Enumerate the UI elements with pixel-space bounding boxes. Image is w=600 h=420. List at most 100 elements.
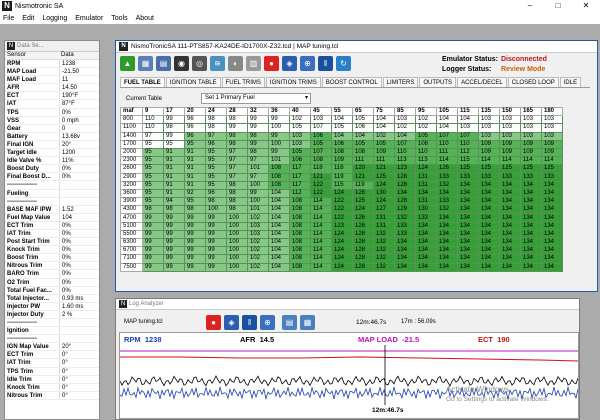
table-cell[interactable]: 98: [226, 180, 248, 190]
menu-emulator[interactable]: Emulator: [75, 15, 103, 22]
table-cell[interactable]: 128: [394, 180, 416, 190]
table-cell[interactable]: 110: [142, 115, 164, 125]
pause-icon[interactable]: ‖: [318, 55, 333, 71]
table-cell[interactable]: 99: [163, 213, 185, 223]
table-cell[interactable]: 134: [541, 221, 563, 231]
table-cell[interactable]: 102: [415, 115, 437, 125]
table-cell[interactable]: 114: [310, 197, 332, 207]
table-cell[interactable]: 129: [394, 205, 416, 215]
table-cell[interactable]: 97: [226, 147, 248, 158]
table-cell[interactable]: 114: [310, 262, 332, 272]
save-icon[interactable]: ▦: [138, 55, 153, 71]
table-cell[interactable]: 133: [457, 172, 479, 182]
table-cell[interactable]: 99: [184, 237, 206, 248]
table-cell[interactable]: 122: [331, 213, 353, 223]
table-cell[interactable]: 95: [184, 197, 206, 207]
table-cell[interactable]: 125: [373, 172, 395, 182]
table-cell[interactable]: 134: [394, 237, 416, 248]
table-cell[interactable]: 114: [436, 156, 458, 166]
table-cell[interactable]: 100: [247, 180, 269, 190]
table-cell[interactable]: 94: [163, 197, 185, 207]
table-cell[interactable]: 103: [541, 123, 563, 133]
table-cell[interactable]: 134: [541, 188, 563, 199]
table-cell[interactable]: 134: [394, 246, 416, 256]
table-cell[interactable]: 105: [310, 139, 332, 149]
table-cell[interactable]: 114: [310, 213, 332, 223]
table-cell[interactable]: 134: [478, 205, 500, 215]
table-cell[interactable]: 105: [331, 123, 353, 133]
table-cell[interactable]: 103: [394, 115, 416, 125]
table-cell[interactable]: 134: [478, 221, 500, 231]
table-cell[interactable]: 134: [436, 262, 458, 272]
play-icon[interactable]: ◈: [282, 55, 297, 71]
table-cell[interactable]: 134: [499, 254, 521, 264]
tab-fuel-trims[interactable]: FUEL TRIMS: [221, 77, 265, 87]
table-cell[interactable]: 95: [142, 197, 164, 207]
table-cell[interactable]: 133: [436, 197, 458, 207]
table-cell[interactable]: 108: [289, 197, 311, 207]
tab-idle[interactable]: IDLE: [559, 77, 582, 87]
table-cell[interactable]: 122: [331, 197, 353, 207]
table-cell[interactable]: 99: [142, 213, 164, 223]
gauge-icon[interactable]: ◐: [228, 55, 243, 71]
table-cell[interactable]: 98: [226, 115, 248, 125]
table-cell[interactable]: 131: [415, 197, 437, 207]
table-cell[interactable]: 121: [310, 172, 332, 182]
table-cell[interactable]: 131: [373, 213, 395, 223]
table-cell[interactable]: 104: [331, 115, 353, 125]
table-cell[interactable]: 124: [352, 205, 374, 215]
car-icon[interactable]: ◉: [174, 55, 189, 71]
table-cell[interactable]: 132: [373, 262, 395, 272]
table-cell[interactable]: 124: [415, 164, 437, 174]
table-cell[interactable]: 91: [184, 172, 206, 182]
table-cell[interactable]: 96: [184, 131, 206, 141]
table-cell[interactable]: 124: [373, 197, 395, 207]
table-cell[interactable]: 97: [226, 172, 248, 182]
menu-logging[interactable]: Logging: [42, 15, 67, 22]
table-cell[interactable]: 134: [436, 213, 458, 223]
table-cell[interactable]: 128: [352, 237, 374, 248]
table-cell[interactable]: 99: [205, 221, 227, 231]
table-cell[interactable]: 102: [289, 115, 311, 125]
table-cell[interactable]: 97: [247, 172, 269, 182]
table-cell[interactable]: 100: [226, 246, 248, 256]
table-cell[interactable]: 96: [205, 139, 227, 149]
wifi-icon[interactable]: ≋: [210, 55, 225, 71]
table-cell[interactable]: 107: [310, 147, 332, 158]
table-cell[interactable]: 128: [352, 262, 374, 272]
table-cell[interactable]: 99: [163, 254, 185, 264]
close-button[interactable]: ✕: [572, 0, 600, 12]
table-cell[interactable]: 98: [163, 123, 185, 133]
table-cell[interactable]: 111: [436, 147, 458, 158]
table-cell[interactable]: 95: [205, 147, 227, 158]
record-icon[interactable]: ●: [264, 55, 279, 71]
table-cell[interactable]: 134: [541, 254, 563, 264]
table-cell[interactable]: 98: [205, 115, 227, 125]
table-cell[interactable]: 134: [436, 237, 458, 248]
table-cell[interactable]: 121: [373, 164, 395, 174]
table-cell[interactable]: 108: [289, 237, 311, 248]
table-cell[interactable]: 99: [184, 213, 206, 223]
table-cell[interactable]: 106: [331, 139, 353, 149]
table-cell[interactable]: 134: [499, 180, 521, 190]
table-cell[interactable]: 110: [436, 139, 458, 149]
table-cell[interactable]: 134: [520, 237, 542, 248]
table-cell[interactable]: 103: [478, 123, 500, 133]
table-cell[interactable]: 100: [226, 229, 248, 240]
table-cell[interactable]: 134: [520, 188, 542, 199]
table-cell[interactable]: 95: [205, 156, 227, 166]
table-cell[interactable]: 134: [478, 188, 500, 199]
table-cell[interactable]: 134: [457, 213, 479, 223]
table-cell[interactable]: 92: [184, 188, 206, 199]
table-cell[interactable]: 134: [415, 254, 437, 264]
table-cell[interactable]: 102: [247, 262, 269, 272]
table-cell[interactable]: 104: [457, 115, 479, 125]
table-cell[interactable]: 99: [226, 123, 248, 133]
menu-file[interactable]: File: [3, 15, 14, 22]
table-cell[interactable]: 103: [310, 115, 332, 125]
table-cell[interactable]: 99: [142, 229, 164, 240]
table-cell[interactable]: 95: [142, 172, 164, 182]
table-cell[interactable]: 91: [163, 188, 185, 199]
table-cell[interactable]: 126: [436, 164, 458, 174]
table-cell[interactable]: 101: [247, 164, 269, 174]
